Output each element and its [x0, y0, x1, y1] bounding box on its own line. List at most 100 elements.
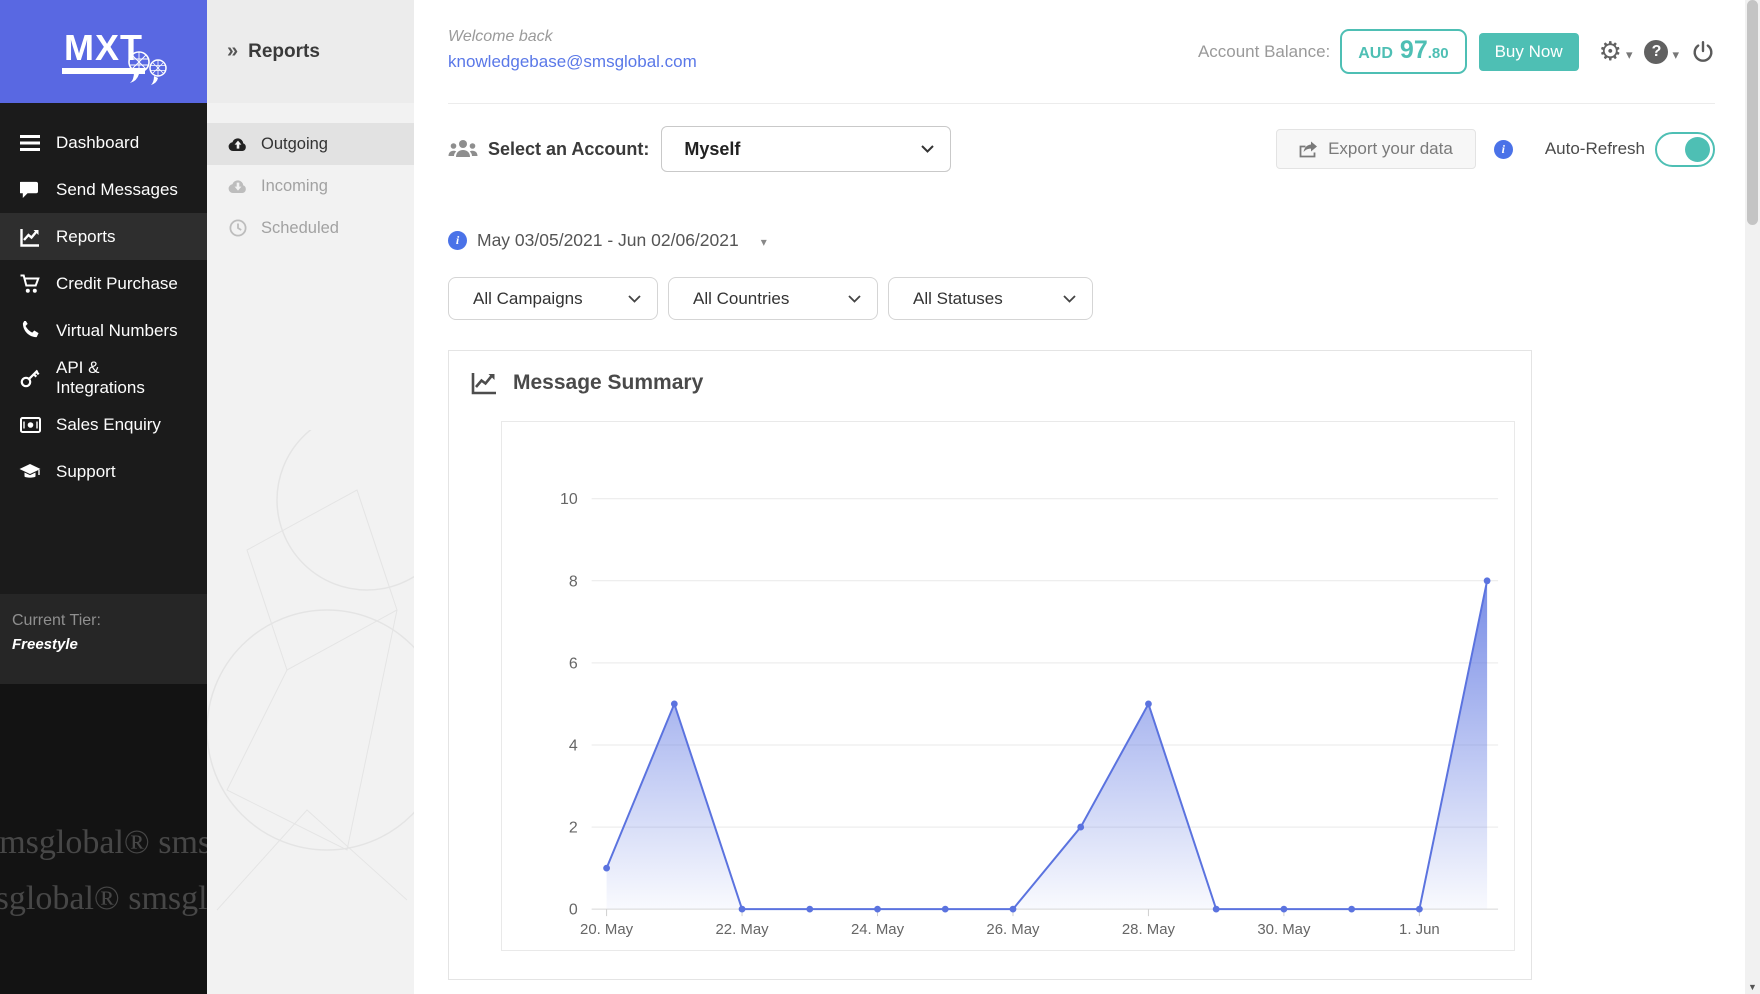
clock-icon	[227, 219, 249, 237]
chevron-down-icon	[848, 295, 861, 303]
main-content: Welcome back knowledgebase@smsglobal.com…	[414, 0, 1745, 994]
tier-value: Freestyle	[12, 636, 207, 653]
subnav-item-incoming[interactable]: Incoming	[207, 165, 414, 207]
statuses-filter-select[interactable]: All Statuses	[888, 277, 1093, 320]
sidebar-item-label: Sales Enquiry	[56, 415, 161, 435]
chevron-down-icon: ▾	[761, 235, 767, 249]
power-icon	[1691, 40, 1715, 64]
select-account-label: Select an Account:	[488, 139, 649, 160]
watermark-text: smsglobal® smsglobal® smsglobal®	[0, 824, 207, 862]
primary-nav: Dashboard Send Messages Reports Credit P…	[0, 103, 207, 495]
sidebar-item-label: Send Messages	[56, 180, 178, 200]
sidebar-item-api-integrations[interactable]: API & Integrations	[0, 354, 207, 401]
auto-refresh-label: Auto-Refresh	[1545, 139, 1645, 159]
balance-amount: 97	[1400, 36, 1428, 65]
chevron-down-icon: ▾	[1626, 47, 1633, 63]
gear-icon: ⚙	[1599, 39, 1622, 65]
cart-icon	[18, 274, 42, 294]
subnav-item-label: Outgoing	[261, 135, 328, 154]
svg-text:2: 2	[569, 820, 578, 837]
sidebar-item-label: Credit Purchase	[56, 274, 178, 294]
subnav-item-outgoing[interactable]: Outgoing	[207, 123, 414, 165]
countries-filter-value: All Countries	[693, 289, 789, 309]
svg-text:30. May: 30. May	[1257, 921, 1311, 938]
key-icon	[18, 368, 42, 388]
sidebar-item-virtual-numbers[interactable]: Virtual Numbers	[0, 307, 207, 354]
countries-filter-select[interactable]: All Countries	[668, 277, 878, 320]
info-icon[interactable]: i	[1494, 140, 1513, 159]
cloud-upload-icon	[227, 136, 249, 152]
card-title: Message Summary	[513, 371, 703, 395]
money-bill-icon	[18, 417, 42, 433]
sidebar-watermark-area: smsglobal® smsglobal® smsglobal® smsglob…	[0, 684, 207, 994]
sidebar-item-reports[interactable]: Reports	[0, 213, 207, 260]
scrollbar-down-arrow[interactable]: ▼	[1745, 982, 1760, 992]
export-data-button[interactable]: Export your data	[1276, 129, 1476, 169]
account-email-link[interactable]: knowledgebase@smsglobal.com	[448, 52, 697, 72]
decorative-wireframe	[207, 430, 414, 950]
scrollbar-thumb[interactable]	[1747, 0, 1758, 225]
sidebar-item-sales-enquiry[interactable]: Sales Enquiry	[0, 401, 207, 448]
svg-text:1. Jun: 1. Jun	[1399, 921, 1440, 938]
page-scrollbar[interactable]: ▼	[1745, 0, 1760, 994]
subnav-title: Reports	[248, 41, 320, 63]
subnav-item-label: Incoming	[261, 177, 328, 196]
chart-line-icon	[18, 227, 42, 247]
balance-currency: AUD	[1358, 45, 1393, 63]
header-divider	[448, 103, 1715, 104]
campaigns-filter-value: All Campaigns	[473, 289, 583, 309]
chevron-down-icon	[628, 295, 641, 303]
subnav-header: » Reports	[207, 0, 414, 103]
auto-refresh-toggle[interactable]	[1655, 132, 1715, 167]
account-select-value: Myself	[684, 139, 740, 160]
menu-icon	[18, 135, 42, 151]
buy-now-button[interactable]: Buy Now	[1479, 33, 1579, 71]
sidebar-item-credit-purchase[interactable]: Credit Purchase	[0, 260, 207, 307]
svg-text:28. May: 28. May	[1122, 921, 1176, 938]
phone-icon	[18, 321, 42, 340]
svg-text:4: 4	[569, 737, 578, 754]
current-tier-panel: Current Tier: Freestyle	[0, 594, 207, 684]
tier-label: Current Tier:	[12, 612, 207, 630]
double-chevron-icon: »	[227, 40, 238, 63]
primary-sidebar: MXT Dashboard Send Messages	[0, 0, 207, 994]
svg-text:20. May: 20. May	[580, 921, 634, 938]
toggle-knob	[1685, 137, 1710, 162]
svg-text:6: 6	[569, 655, 578, 672]
chat-icon	[18, 180, 42, 200]
balance-cents: .80	[1428, 45, 1449, 62]
logo-globe-icon	[125, 46, 171, 86]
logout-button[interactable]	[1691, 40, 1715, 64]
balance-label: Account Balance:	[1198, 42, 1330, 62]
svg-text:0: 0	[569, 902, 578, 919]
logo[interactable]: MXT	[0, 0, 207, 103]
date-range-picker[interactable]: i May 03/05/2021 - Jun 02/06/2021 ▾	[448, 230, 767, 251]
question-icon: ?	[1644, 40, 1668, 64]
export-button-label: Export your data	[1328, 139, 1453, 159]
campaigns-filter-select[interactable]: All Campaigns	[448, 277, 658, 320]
sidebar-item-label: Reports	[56, 227, 116, 247]
help-menu[interactable]: ? ▾	[1644, 40, 1691, 64]
area-chart-svg: 024681020. May22. May24. May26. May28. M…	[502, 422, 1514, 950]
export-icon	[1299, 141, 1318, 158]
watermark-text: smsglobal® smsglobal® smsglobal®	[0, 880, 207, 918]
cloud-download-icon	[227, 178, 249, 194]
svg-text:24. May: 24. May	[851, 921, 905, 938]
settings-menu[interactable]: ⚙ ▾	[1599, 39, 1645, 65]
info-icon: i	[448, 231, 467, 250]
graduation-cap-icon	[18, 463, 42, 481]
sidebar-item-send-messages[interactable]: Send Messages	[0, 166, 207, 213]
account-select[interactable]: Myself	[661, 126, 951, 172]
account-balance-badge[interactable]: AUD 97 .80	[1340, 29, 1466, 74]
svg-text:8: 8	[569, 573, 578, 590]
message-summary-chart[interactable]: 024681020. May22. May24. May26. May28. M…	[501, 421, 1515, 951]
sidebar-item-label: Dashboard	[56, 133, 139, 153]
sidebar-item-dashboard[interactable]: Dashboard	[0, 119, 207, 166]
subnav-item-scheduled[interactable]: Scheduled	[207, 207, 414, 249]
statuses-filter-value: All Statuses	[913, 289, 1003, 309]
sidebar-item-support[interactable]: Support	[0, 448, 207, 495]
sidebar-item-label: Support	[56, 462, 116, 482]
sidebar-item-label: Virtual Numbers	[56, 321, 178, 341]
reports-subnav: » Reports Outgoing Incoming Scheduled	[207, 0, 414, 994]
chevron-down-icon: ▾	[1672, 47, 1679, 63]
